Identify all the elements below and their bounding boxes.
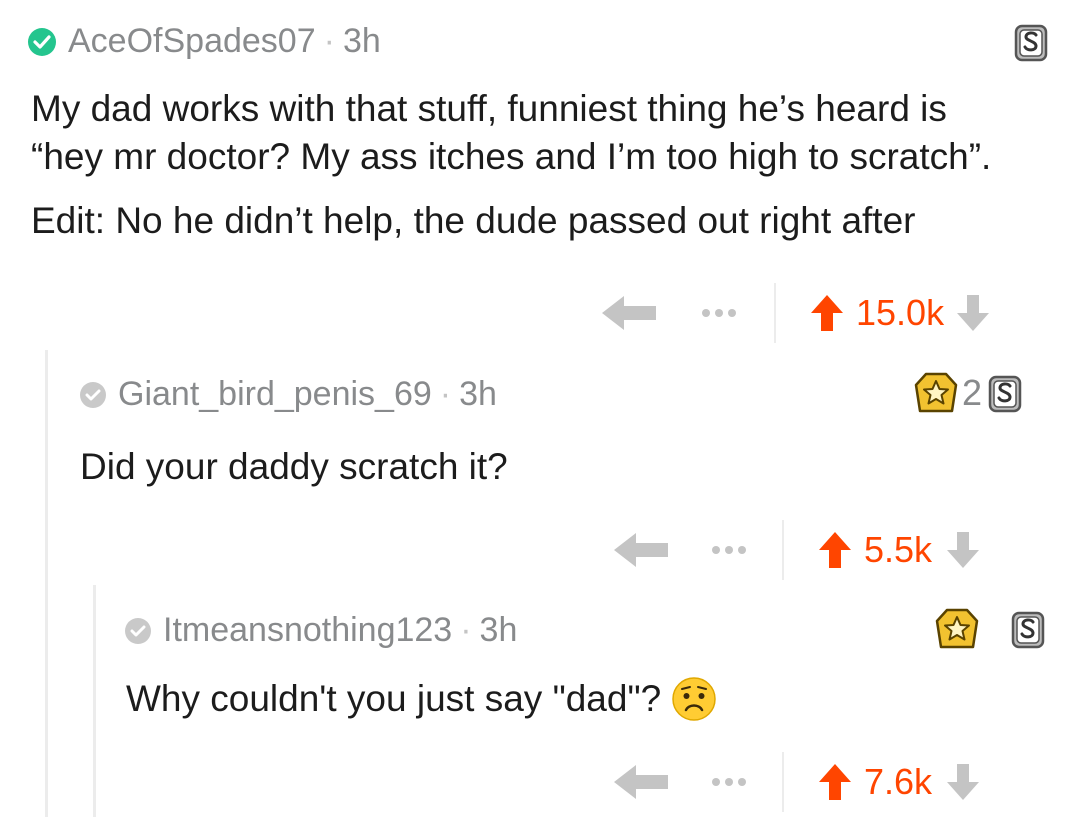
verified-check-icon (28, 27, 56, 56)
comment-body-text: Why couldn't you just say "dad"? (126, 678, 662, 719)
vote-score: 7.6k (864, 761, 933, 802)
timestamp: 3h (459, 375, 497, 413)
meta-separator: · (439, 375, 452, 413)
divider (782, 520, 784, 580)
reply-icon[interactable] (612, 762, 670, 802)
timestamp: 3h (342, 22, 381, 60)
comment-actions: 7.6k (612, 752, 980, 812)
silver-award-icon (1014, 24, 1048, 62)
downvote-icon[interactable] (956, 293, 990, 333)
comment-body: Why couldn't you just say "dad"? (126, 675, 717, 723)
more-options-icon[interactable] (712, 546, 746, 554)
comment-meta: Itmeansnothing123 · 3h (125, 611, 517, 650)
timestamp: 3h (479, 611, 518, 649)
downvote-icon[interactable] (946, 530, 980, 570)
comment-body-line: My dad works with that stuff, funniest t… (31, 88, 947, 129)
silver-award-icon (1011, 611, 1045, 649)
comment-1: AceOfSpades07 · 3h My dad works with tha… (0, 0, 1079, 345)
comment-edit-line: Edit: No he didn’t help, the dude passed… (31, 200, 916, 241)
comment-actions: 15.0k (600, 283, 990, 343)
vote-score: 5.5k (864, 529, 933, 570)
award-count: 2 (962, 372, 983, 413)
verified-check-icon (125, 617, 151, 644)
comment-meta: Giant_bird_penis_69 · 3h (80, 375, 497, 414)
worried-face-emoji-icon (672, 677, 716, 721)
meta-separator: · (323, 22, 335, 60)
comment-2: Giant_bird_penis_69 · 3h 2 Did your dadd… (0, 345, 1079, 585)
gold-award-icon (935, 608, 979, 649)
more-options-icon[interactable] (702, 309, 736, 317)
vote-score: 15.0k (856, 292, 945, 333)
gold-award-icon (914, 372, 958, 413)
comment-body-line: “hey mr doctor? My ass itches and I’m to… (31, 136, 992, 177)
username[interactable]: Itmeansnothing123 (163, 611, 452, 650)
downvote-icon[interactable] (946, 762, 980, 802)
comment-meta: AceOfSpades07 · 3h (28, 22, 381, 61)
comment-actions: 5.5k (612, 520, 980, 580)
more-options-icon[interactable] (712, 778, 746, 786)
upvote-icon[interactable] (818, 530, 852, 570)
comment-body: Did your daddy scratch it? (80, 446, 508, 487)
comment-body: My dad works with that stuff, funniest t… (31, 85, 991, 245)
upvote-icon[interactable] (810, 293, 844, 333)
awards[interactable]: 2 (914, 371, 1022, 415)
silver-award-icon (988, 375, 1022, 413)
upvote-icon[interactable] (818, 762, 852, 802)
divider (782, 752, 784, 812)
awards[interactable] (1014, 22, 1048, 62)
username[interactable]: Giant_bird_penis_69 (118, 375, 432, 414)
comment-3: Itmeansnothing123 · 3h Why couldn't you … (0, 585, 1079, 817)
username[interactable]: AceOfSpades07 (68, 22, 316, 61)
reply-icon[interactable] (612, 530, 670, 570)
divider (774, 283, 776, 343)
awards[interactable] (935, 607, 1045, 651)
reply-icon[interactable] (600, 293, 658, 333)
meta-separator: · (460, 611, 472, 649)
verified-check-icon (80, 381, 106, 408)
